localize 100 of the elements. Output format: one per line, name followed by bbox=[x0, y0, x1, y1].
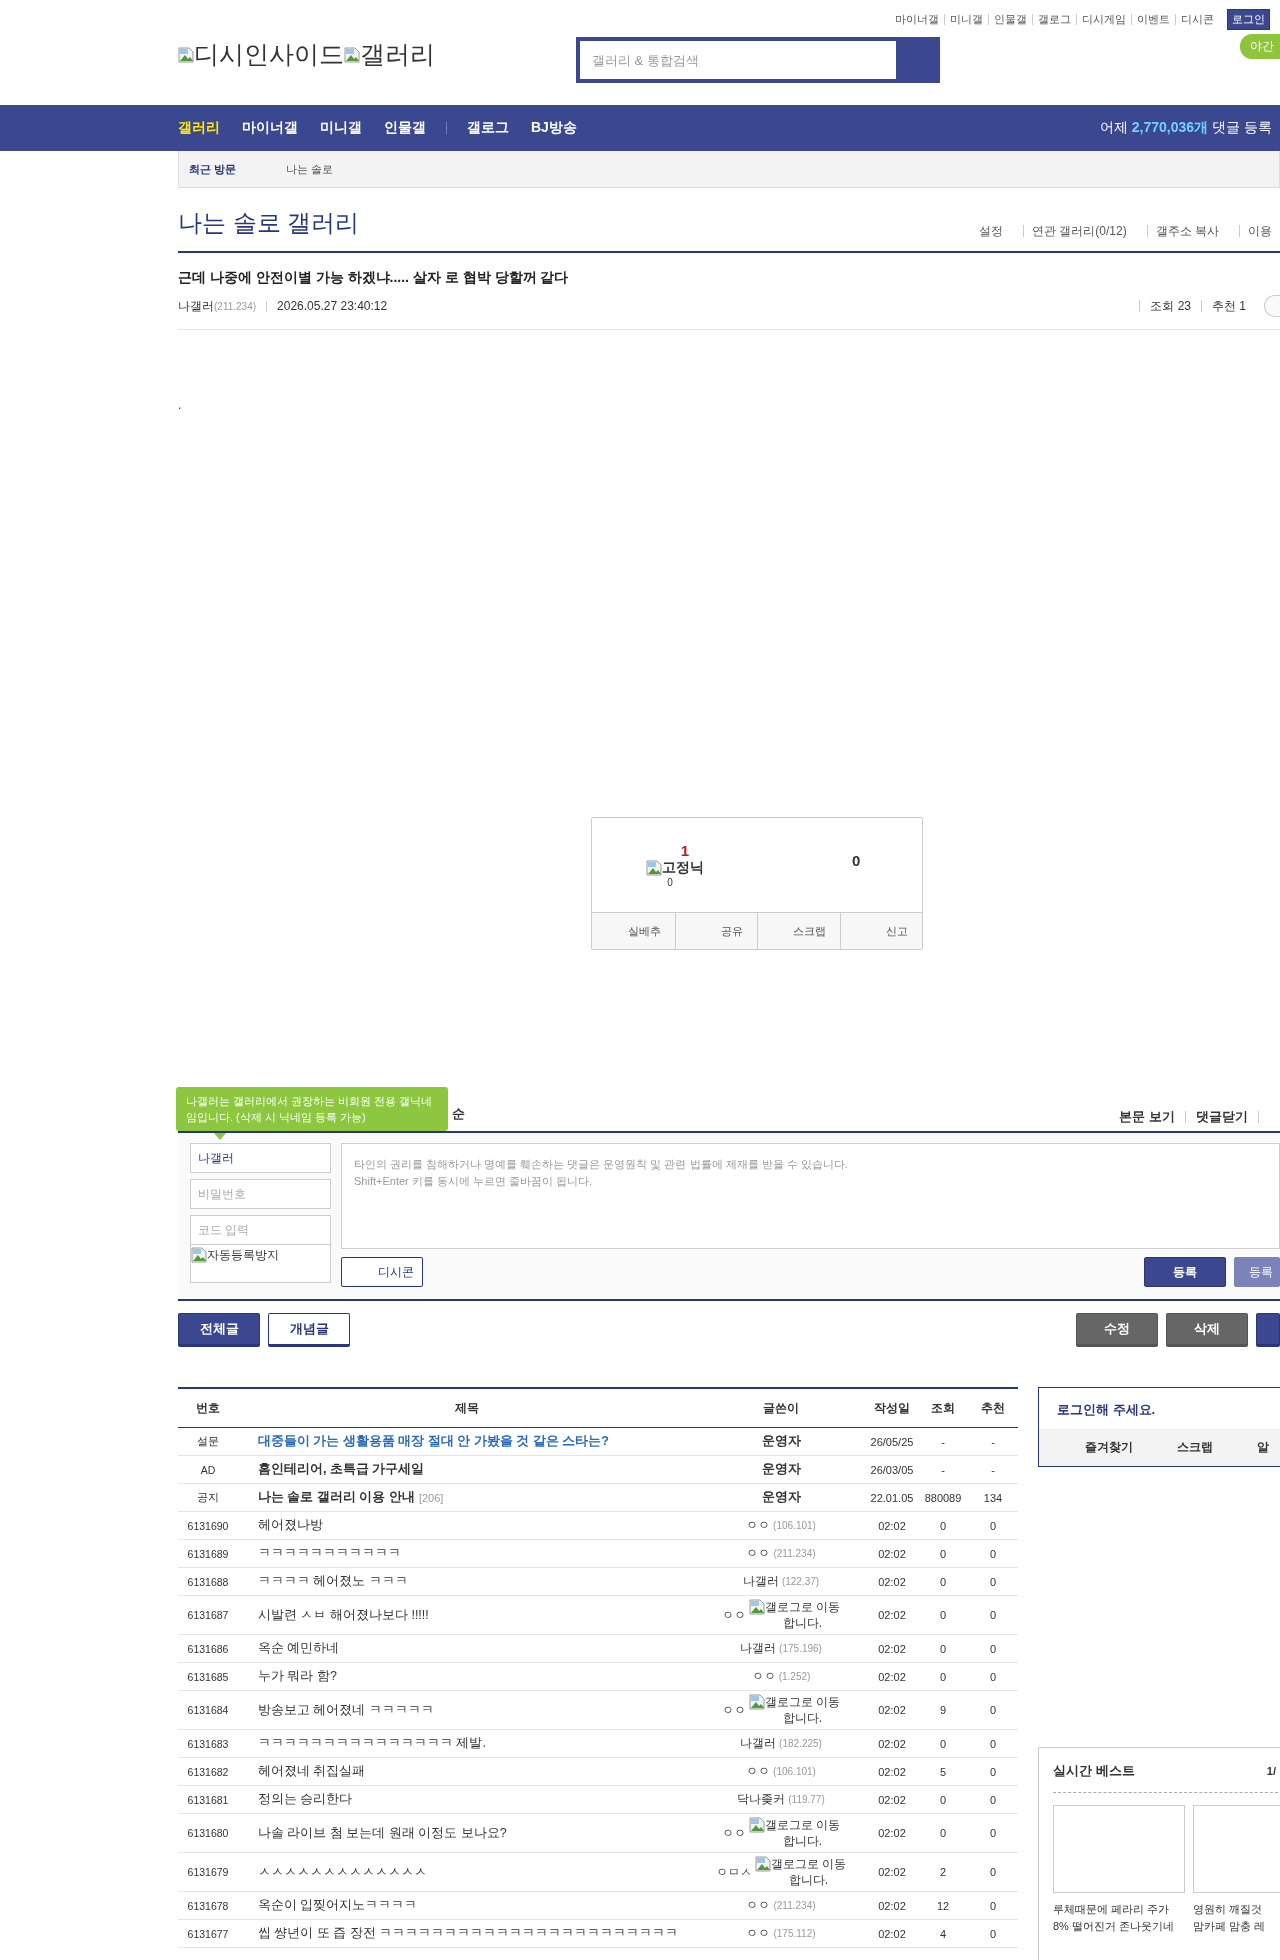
comment-link[interactable]: 댓글닫기 bbox=[1185, 1111, 1258, 1123]
gallery-link[interactable]: 이용 bbox=[1239, 225, 1280, 237]
writer-name[interactable]: ㅇㅁㅅ bbox=[715, 1863, 752, 1881]
writer-name[interactable]: ㅇㅇ bbox=[746, 1925, 771, 1942]
post-link[interactable]: 홈인테리어, 초특급 가구세일 bbox=[258, 1461, 425, 1478]
broken-image-icon bbox=[748, 1599, 765, 1615]
sidebar-tab[interactable]: 스크랩 bbox=[1177, 1439, 1235, 1456]
author-name[interactable]: 나갤러 bbox=[178, 297, 214, 315]
view-count: 0 bbox=[938, 1609, 948, 1621]
writer-name[interactable]: ㅇㅇ bbox=[746, 1763, 771, 1780]
nav-item[interactable]: BJ방송 bbox=[531, 119, 577, 137]
gallery-link[interactable]: 설정 bbox=[970, 225, 1011, 237]
writer-name[interactable]: 운영자 bbox=[761, 1489, 801, 1506]
post-link[interactable]: ㅋㅋㅋㅋㅋㅋㅋㅋㅋㅋㅋㅋㅋㅋㅋ 제발. bbox=[258, 1735, 486, 1752]
view-count: 4 bbox=[938, 1927, 948, 1940]
writer-name[interactable]: 나갤러 bbox=[740, 1640, 777, 1657]
post-date: 26/05/25 bbox=[869, 1435, 915, 1448]
post-link[interactable]: 씹 썅년이 또 즙 장전 ㅋㅋㅋㅋㅋㅋㅋㅋㅋㅋㅋㅋㅋㅋㅋㅋㅋㅋㅋㅋㅋㅋㅋ bbox=[258, 1925, 679, 1942]
best-post-title[interactable]: 영원히 깨질것 맘카페 맘충 레 bbox=[1193, 1901, 1280, 1935]
writer-name[interactable]: 나갤러 bbox=[742, 1573, 779, 1590]
site-logo[interactable]: 디시인사이드 bbox=[178, 38, 344, 71]
code-field[interactable]: 코드 입력 bbox=[190, 1215, 331, 1245]
login-prompt[interactable]: 로그인해 주세요. bbox=[1039, 1388, 1280, 1429]
recommend-count: 추천 1 bbox=[1201, 300, 1256, 312]
password-field[interactable]: 비밀번호 bbox=[190, 1179, 331, 1209]
thumbnail[interactable] bbox=[1053, 1805, 1185, 1893]
reply-count: [206] bbox=[418, 1491, 444, 1504]
nav-item[interactable]: 마이너갤 bbox=[242, 119, 298, 137]
search-field[interactable]: 갤러리 & 통합검색 bbox=[576, 37, 940, 83]
post-link[interactable]: 옥순 예민하네 bbox=[258, 1640, 340, 1657]
writer-name[interactable]: ㅇㅇ bbox=[721, 1824, 746, 1842]
broken-image-icon bbox=[748, 1694, 765, 1710]
gallog-link[interactable]: 갤로그로 이동합니다. bbox=[754, 1856, 847, 1888]
writer-name[interactable]: ㅇㅇ bbox=[746, 1897, 771, 1914]
writer-name[interactable]: ㅇㅇ bbox=[721, 1606, 746, 1624]
writer-name[interactable]: 운영자 bbox=[761, 1433, 801, 1450]
post-link[interactable]: 정의는 승리한다 bbox=[258, 1791, 353, 1808]
top-link[interactable]: 미니갤 bbox=[944, 14, 988, 25]
comment-field[interactable]: 타인의 권리를 침해하거나 명예를 훼손하는 댓글은 운영원칙 및 관련 법률에 제재를 받을 수 있습니다. Shift+Enter 키를 동시에 누르면 줄바꿈이 됩니다. bbox=[341, 1143, 1280, 1249]
gallog-link[interactable]: 갤로그로 이동합니다. bbox=[748, 1694, 841, 1726]
sidebar-tab[interactable]: 알 bbox=[1257, 1439, 1280, 1456]
top-link[interactable]: 디시콘 bbox=[1175, 14, 1219, 25]
post-link[interactable]: 나솔 라이브 첨 보는데 원래 이정도 보나요? bbox=[258, 1824, 507, 1842]
post-link[interactable]: 방송보고 헤어졌네 ㅋㅋㅋㅋㅋ bbox=[258, 1701, 434, 1719]
recommend-count: 0 bbox=[988, 1765, 998, 1778]
top-link[interactable]: 이벤트 bbox=[1131, 14, 1175, 25]
submit-button[interactable]: 등록 bbox=[1144, 1257, 1226, 1287]
nav-item[interactable]: 인물갤 bbox=[384, 119, 426, 137]
top-link[interactable]: 인물갤 bbox=[988, 14, 1032, 25]
section-logo[interactable]: 갤러리 bbox=[344, 38, 435, 71]
login-button[interactable]: 로그인 bbox=[1227, 9, 1270, 30]
write-button[interactable] bbox=[1256, 1313, 1280, 1347]
gallery-link[interactable]: 연관 갤러리(0/12) bbox=[1022, 225, 1135, 237]
gallog-link[interactable]: 갤로그로 이동합니다. bbox=[748, 1599, 841, 1631]
gallog-link[interactable]: 갤로그로 이동합니다. bbox=[748, 1817, 841, 1849]
nav-item[interactable]: 갤러리 bbox=[178, 119, 220, 137]
view-count: - bbox=[940, 1463, 946, 1476]
post-number: 6131680 bbox=[186, 1827, 230, 1839]
delete-button[interactable]: 삭제 bbox=[1166, 1313, 1248, 1347]
writer-name[interactable]: 닥나좆커 bbox=[737, 1791, 786, 1808]
post-link[interactable]: 나는 솔로 갤러리 이용 안내 bbox=[258, 1489, 415, 1506]
writer-name[interactable]: ㅇㅇ bbox=[746, 1545, 771, 1562]
best-post-title[interactable]: 루체때문에 페라리 주가 8% 떨어진거 존나웃기네 bbox=[1053, 1901, 1185, 1935]
post-link[interactable]: 누가 뭐라 함? bbox=[258, 1668, 337, 1685]
post-date: 02:02 bbox=[877, 1827, 907, 1839]
edit-button[interactable]: 수정 bbox=[1076, 1313, 1158, 1347]
gallery-link[interactable]: 갤주소 복사 bbox=[1146, 225, 1227, 237]
nickname-field[interactable]: 나갤러 bbox=[190, 1143, 331, 1173]
list-tab[interactable]: 전체글 bbox=[178, 1313, 260, 1347]
top-link[interactable]: 디시게임 bbox=[1076, 14, 1131, 25]
post-link[interactable]: ㅅㅅㅅㅅㅅㅅㅅㅅㅅㅅㅅㅅㅅ bbox=[258, 1863, 427, 1881]
writer-name[interactable]: ㅇㅇ bbox=[746, 1517, 771, 1534]
writer-name[interactable]: 운영자 bbox=[761, 1461, 801, 1478]
top-link[interactable]: 마이너갤 bbox=[890, 14, 944, 25]
post-date: 02:02 bbox=[877, 1642, 907, 1655]
dccon-button[interactable]: 디시콘 bbox=[341, 1257, 423, 1287]
post-date: 02:02 bbox=[877, 1670, 907, 1683]
writer-ip: (1.252) bbox=[778, 1671, 811, 1682]
recent-gallery-link[interactable]: 나는 솔로 bbox=[286, 161, 334, 177]
post-link[interactable]: 옥순이 입찢어지노ㅋㅋㅋㅋ bbox=[258, 1897, 418, 1914]
post-link[interactable]: 대중들이 가는 생활용품 매장 절대 안 가봤을 것 같은 스타는? bbox=[258, 1433, 609, 1450]
round-button[interactable] bbox=[1264, 295, 1280, 317]
comment-sort-label[interactable]: 순 bbox=[452, 1105, 465, 1123]
writer-name[interactable]: ㅇㅇ bbox=[721, 1701, 746, 1719]
nav-item[interactable]: 갤로그 bbox=[467, 119, 509, 137]
post-date: 02:02 bbox=[877, 1547, 907, 1560]
comment-link[interactable]: 본문 보기 bbox=[1109, 1111, 1185, 1123]
post-link[interactable]: 시발련 ㅅㅂ 해어졌나보다 !!!!! bbox=[258, 1606, 429, 1624]
post-link[interactable]: 헤어졌나방 bbox=[258, 1517, 323, 1534]
post-number: 6131689 bbox=[186, 1547, 230, 1560]
writer-name[interactable]: 나갤러 bbox=[740, 1735, 777, 1752]
post-link[interactable]: 헤어졌네 취집실패 bbox=[258, 1763, 366, 1780]
list-tab[interactable]: 개념글 bbox=[268, 1313, 350, 1347]
post-link[interactable]: ㅋㅋㅋㅋㅋㅋㅋㅋㅋㅋㅋ bbox=[258, 1545, 401, 1562]
top-link[interactable]: 갤로그 bbox=[1032, 14, 1076, 25]
writer-name[interactable]: ㅇㅇ bbox=[751, 1668, 776, 1685]
sidebar-tab[interactable]: 즐겨찾기 bbox=[1085, 1439, 1155, 1456]
submit-button[interactable]: 등록 bbox=[1234, 1257, 1280, 1287]
post-link[interactable]: ㅋㅋㅋㅋ 헤어졌노 ㅋㅋㅋ bbox=[258, 1573, 408, 1590]
nav-item[interactable]: 미니갤 bbox=[320, 119, 362, 137]
